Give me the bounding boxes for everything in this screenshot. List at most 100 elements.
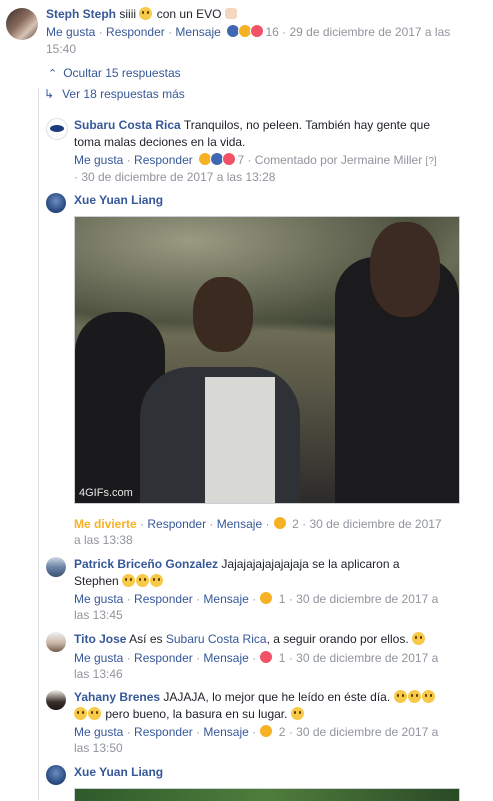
- reply-text: Tito Jose Así es Subaru Costa Rica, a se…: [74, 631, 426, 648]
- timestamp-cont: las 13:46: [74, 667, 123, 681]
- hands-emoji-icon: [224, 8, 237, 19]
- reply-arrow-icon: ↳: [44, 87, 55, 101]
- avatar[interactable]: [46, 193, 66, 213]
- reaction-count[interactable]: 1: [279, 592, 286, 606]
- avatar[interactable]: [46, 557, 66, 577]
- reply-author[interactable]: Patrick Briceño Gonzalez: [74, 557, 218, 571]
- reply-author[interactable]: Subaru Costa Rica: [74, 118, 181, 132]
- thread-line: [38, 88, 39, 800]
- reaction-count[interactable]: 16: [265, 25, 278, 39]
- chevron-up-icon: ⌃: [48, 68, 58, 80]
- laughing-emoji-icon: [407, 690, 421, 703]
- reply-body: Tranquilos, no peleen. También hay gente…: [183, 118, 431, 132]
- person-right-head: [370, 222, 440, 317]
- reply-body-2: toma malas deciones en la vida.: [74, 135, 246, 149]
- hide-replies-link[interactable]: ⌃ Ocultar 15 respuestas: [48, 65, 181, 83]
- reply-body: JAJAJA, lo mejor que he leído en éste dí…: [163, 690, 391, 704]
- like-link[interactable]: Me gusta: [74, 651, 123, 665]
- like-link[interactable]: Me gusta: [46, 25, 95, 39]
- like-link[interactable]: Me gusta: [74, 592, 123, 606]
- laughing-emoji-icon: [88, 707, 101, 720]
- haha-reaction-icon[interactable]: [259, 591, 274, 605]
- gif-image[interactable]: 4GIFs.com: [74, 216, 460, 504]
- haha-reaction-icon[interactable]: [259, 724, 274, 738]
- reply-link[interactable]: Responder: [106, 25, 165, 39]
- avatar[interactable]: [46, 765, 66, 785]
- reply-author[interactable]: Yahany Brenes: [74, 690, 160, 704]
- sunglasses-emoji-icon: [290, 707, 304, 720]
- reaction-count[interactable]: 2: [279, 725, 286, 739]
- laughing-emoji-icon: [136, 574, 150, 587]
- love-reaction-icon: [250, 24, 265, 38]
- reaction-count[interactable]: 7: [237, 153, 244, 167]
- reply-text-2: Stephen: [74, 573, 164, 590]
- reply-actions: Me divierte · Responder · Mensaje · 2 · …: [74, 516, 442, 531]
- reaction-icons[interactable]: [198, 152, 237, 169]
- reply-text: Yahany Brenes JAJAJA, lo mejor que he le…: [74, 689, 436, 706]
- more-replies-link[interactable]: ↳ Ver 18 respuestas más: [44, 86, 185, 103]
- gif-image[interactable]: [74, 788, 460, 801]
- timestamp-cont: las 13:50: [74, 741, 123, 755]
- message-link[interactable]: Mensaje: [203, 651, 248, 665]
- hide-replies-label: Ocultar 15 respuestas: [63, 66, 181, 80]
- reply-link[interactable]: Responder: [134, 651, 193, 665]
- like-link[interactable]: Me gusta: [74, 725, 123, 739]
- reply-actions: Me gusta · Responder · Mensaje · 2 · 30 …: [74, 724, 439, 739]
- reply-author[interactable]: Tito Jose: [74, 632, 126, 646]
- reply-link[interactable]: Responder: [134, 153, 193, 167]
- reply-text-2: pero bueno, la basura en su lugar.: [74, 706, 305, 723]
- reply-link[interactable]: Responder: [134, 592, 193, 606]
- reply-link[interactable]: Responder: [134, 725, 193, 739]
- reaction-icons[interactable]: [226, 24, 265, 41]
- reaction-count[interactable]: 1: [279, 651, 286, 665]
- reply-author[interactable]: Xue Yuan Liang: [74, 765, 163, 779]
- laughing-emoji-icon: [122, 574, 136, 587]
- reply-body: Jajajajajajajajaja se la aplicaron a: [221, 557, 400, 571]
- laughing-emoji-icon: [150, 574, 164, 587]
- reply-author[interactable]: Xue Yuan Liang: [74, 193, 163, 207]
- reply-actions: Me gusta · Responder 7 · Comentado por J…: [74, 152, 437, 169]
- reply-body-2: Stephen: [74, 574, 119, 588]
- laughing-emoji-icon: [393, 690, 407, 703]
- reply-actions: Me gusta · Responder · Mensaje · 1 · 30 …: [74, 650, 439, 665]
- comment-body-2: con un EVO: [156, 7, 222, 21]
- laughing-emoji-icon: [74, 707, 87, 720]
- like-link[interactable]: Me divierte: [74, 517, 137, 531]
- reply-link[interactable]: Responder: [147, 517, 206, 531]
- reply-text: Subaru Costa Rica Tranquilos, no peleen.…: [74, 117, 430, 134]
- message-link[interactable]: Mensaje: [203, 592, 248, 606]
- comment-author[interactable]: Steph Steph: [46, 7, 116, 21]
- timestamp[interactable]: 30 de diciembre de 2017: [310, 517, 442, 531]
- mention-link[interactable]: Subaru Costa Rica: [166, 632, 267, 646]
- message-link[interactable]: Mensaje: [175, 25, 220, 39]
- comment-text: Steph Steph siiii con un EVO: [46, 6, 237, 23]
- person-center-shirt: [205, 377, 275, 503]
- love-reaction-icon[interactable]: [259, 650, 274, 664]
- reaction-count[interactable]: 2: [292, 517, 299, 531]
- avatar[interactable]: [46, 690, 66, 710]
- timestamp[interactable]: · 30 de diciembre de 2017 a las 13:28: [74, 169, 275, 186]
- reply-body-2: pero bueno, la basura en su lugar.: [105, 707, 288, 721]
- message-link[interactable]: Mensaje: [203, 725, 248, 739]
- reply-body: Así es: [129, 632, 163, 646]
- timestamp-cont: a las 13:38: [74, 533, 133, 547]
- laughing-emoji-icon: [421, 690, 435, 703]
- message-link[interactable]: Mensaje: [217, 517, 262, 531]
- timestamp[interactable]: 29 de diciembre de 2017 a las: [290, 25, 451, 39]
- heart-eyes-emoji-icon: [139, 7, 153, 20]
- comment-actions: Me gusta · Responder · Mensaje 16 · 29 d…: [46, 24, 451, 41]
- avatar[interactable]: [46, 118, 68, 140]
- timestamp[interactable]: 30 de diciembre de 2017 a: [296, 651, 438, 665]
- avatar[interactable]: [46, 632, 66, 652]
- haha-reaction-icon[interactable]: [272, 516, 287, 530]
- help-link[interactable]: [?]: [426, 156, 437, 167]
- comment-body: siiii: [119, 7, 137, 21]
- timestamp[interactable]: 30 de diciembre de 2017 a: [296, 725, 438, 739]
- timestamp[interactable]: 30 de diciembre de 2017 a: [296, 592, 438, 606]
- more-replies-label: Ver 18 respuestas más: [62, 87, 185, 101]
- love-reaction-icon: [222, 152, 237, 166]
- person-center-head: [193, 277, 253, 352]
- like-link[interactable]: Me gusta: [74, 153, 123, 167]
- timestamp-cont: 15:40: [46, 42, 77, 56]
- avatar[interactable]: [6, 8, 38, 40]
